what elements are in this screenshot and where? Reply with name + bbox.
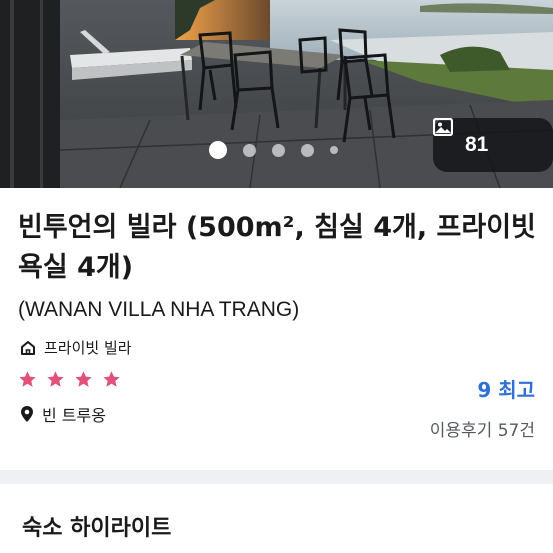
- highlights-section-title: 숙소 하이라이트: [22, 516, 172, 541]
- listing-title: 빈투언의 빌라 (500m², 침실 4개, 프라이빗 욕실 4개): [18, 212, 536, 283]
- star-icon: [103, 371, 120, 387]
- pagination-dot[interactable]: [330, 146, 338, 154]
- gallery-pagination-dots[interactable]: [209, 141, 354, 159]
- pagination-dot[interactable]: [243, 143, 256, 157]
- star-rating: [18, 370, 130, 389]
- location-label: 빈 트루옹: [42, 406, 106, 425]
- star-icon: [19, 371, 36, 387]
- listing-subtitle: (WANAN VILLA NHA TRANG): [18, 298, 300, 321]
- property-type-label: 프라이빗 빌라: [44, 339, 132, 357]
- hero-photo-gallery[interactable]: 81: [0, 0, 553, 188]
- photo-count-button[interactable]: 81: [433, 118, 553, 172]
- star-icon: [75, 371, 92, 387]
- property-type: 프라이빗 빌라: [20, 337, 132, 358]
- pagination-dot[interactable]: [272, 143, 285, 157]
- pagination-dot[interactable]: [301, 143, 314, 157]
- review-score[interactable]: 9 최고: [477, 374, 535, 403]
- map-pin-icon: [21, 406, 33, 422]
- location[interactable]: 빈 트루옹: [20, 402, 106, 426]
- image-icon: [433, 118, 453, 136]
- review-count-link[interactable]: 이용후기 57건: [430, 416, 535, 441]
- pagination-dot-active[interactable]: [209, 141, 227, 159]
- star-icon: [47, 371, 64, 387]
- home-icon: [21, 340, 35, 355]
- section-divider: [0, 470, 553, 484]
- photo-count-label: 81: [465, 133, 489, 156]
